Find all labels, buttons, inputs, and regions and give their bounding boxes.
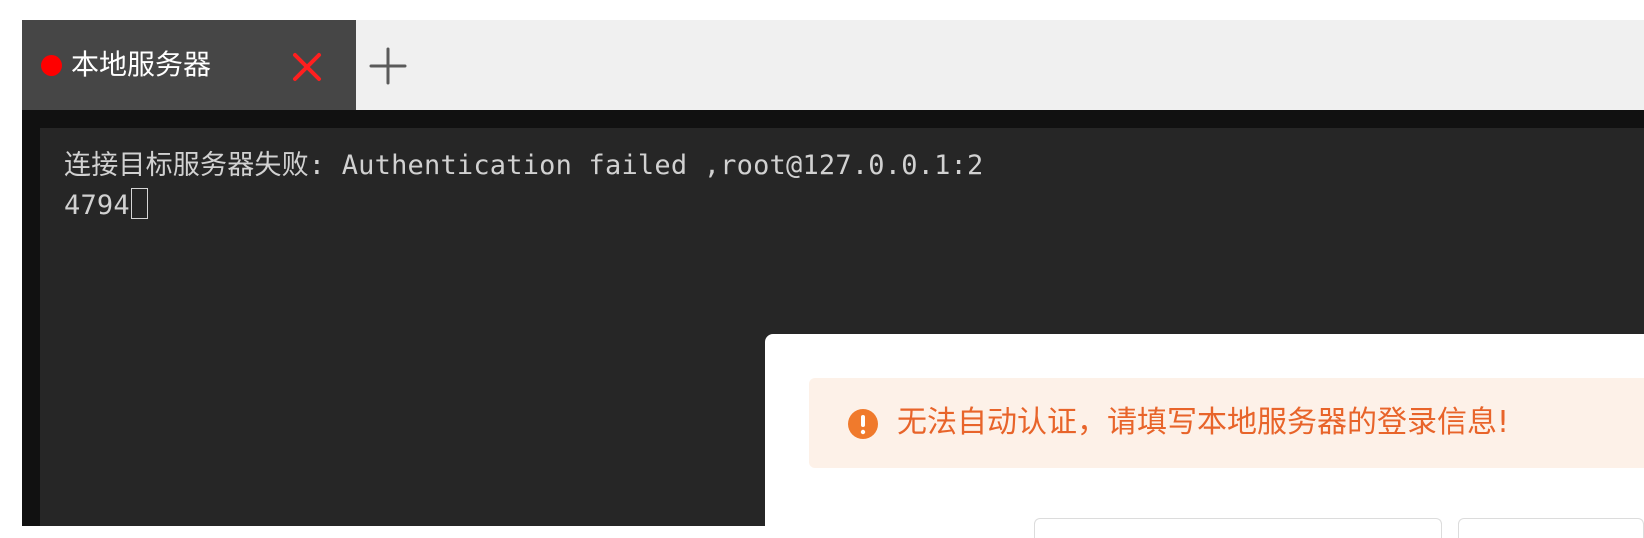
close-icon[interactable] [290,50,324,84]
alert-text: 无法自动认证，请填写本地服务器的登录信息! [897,405,1510,440]
status-dot-icon [41,55,62,76]
tab-title: 本地服务器 [71,48,212,81]
add-tab-button[interactable] [368,46,408,86]
terminal-cursor [130,188,148,219]
tab-local-server[interactable]: 本地服务器 [22,20,356,110]
alert-banner: 无法自动认证，请填写本地服务器的登录信息! [809,378,1644,468]
tab-bar: 本地服务器 [22,20,1644,110]
warning-icon [847,408,879,440]
plus-icon [369,47,407,85]
terminal-output: 连接目标服务器失败: Authentication failed ,root@1… [64,150,984,221]
login-dialog: 无法自动认证，请填写本地服务器的登录信息! [765,334,1644,538]
terminal-output-line: 连接目标服务器失败: Authentication failed ,root@1… [64,146,984,226]
password-field[interactable] [1458,518,1644,538]
username-field[interactable] [1034,518,1442,538]
